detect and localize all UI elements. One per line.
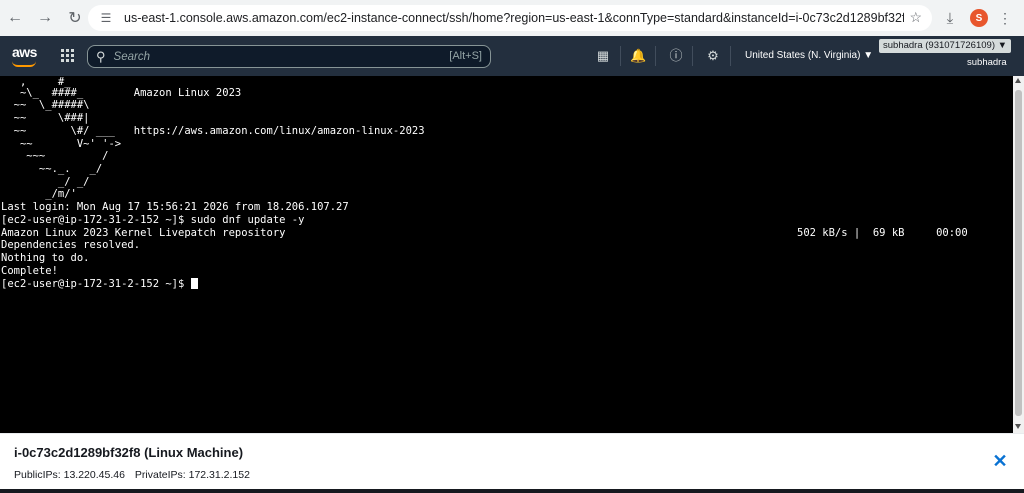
terminal-prompt-line[interactable]: [ec2-user@ip-172-31-2-152 ~]$ (1, 278, 198, 291)
scroll-up-arrow-icon[interactable] (1015, 78, 1021, 83)
header-divider (692, 46, 693, 66)
close-icon[interactable]: ✕ (990, 451, 1010, 471)
site-info-icon[interactable]: ☰ (98, 10, 114, 26)
terminal-line: ~~ \_#####\ (1, 99, 90, 111)
cloudshell-icon[interactable]: ▦ (595, 48, 611, 64)
terminal-scrollbar[interactable] (1013, 76, 1024, 433)
browser-toolbar: ← → ↻ ☰ us-east-1.console.aws.amazon.com… (0, 0, 1024, 36)
terminal-line: Complete! (1, 265, 58, 277)
instance-info-panel: i-0c73c2d1289bf32f8 (Linux Machine) Publ… (0, 433, 1024, 493)
address-bar[interactable]: ☰ us-east-1.console.aws.amazon.com/ec2-i… (88, 5, 932, 31)
search-placeholder: Search (113, 50, 150, 63)
back-icon[interactable]: ← (4, 7, 26, 29)
url-text[interactable]: us-east-1.console.aws.amazon.com/ec2-ins… (124, 11, 904, 25)
instance-title: i-0c73c2d1289bf32f8 (Linux Machine) (14, 445, 244, 460)
services-grid-icon[interactable] (61, 49, 74, 62)
search-shortcut: [Alt+S] (449, 50, 482, 62)
notifications-bell-icon[interactable]: 🔔 (630, 48, 646, 64)
terminal-line: ~~ \###| (1, 112, 90, 124)
header-divider (620, 46, 621, 66)
header-divider (730, 46, 731, 66)
search-input[interactable]: ⚲ Search [Alt+S] (87, 45, 491, 68)
profile-avatar[interactable]: S (970, 9, 988, 27)
search-icon: ⚲ (96, 48, 106, 64)
aws-console-header: aws ⚲ Search [Alt+S] ▦ 🔔 ⓘ ⚙ United Stat… (0, 36, 1024, 76)
terminal-line: _/m/' (1, 188, 77, 200)
terminal-prompt: [ec2-user@ip-172-31-2-152 ~]$ (1, 278, 191, 290)
terminal-line: [ec2-user@ip-172-31-2-152 ~]$ sudo dnf u… (1, 214, 305, 226)
bookmark-star-icon[interactable]: ☆ (909, 9, 922, 26)
public-ips: PublicIPs: 13.220.45.46 (14, 469, 125, 481)
instance-ips: PublicIPs: 13.220.45.46 PrivateIPs: 172.3… (14, 469, 250, 481)
download-stats: 502 kB/s | 69 kB 00:00 (797, 227, 968, 239)
header-divider (655, 46, 656, 66)
username-label[interactable]: subhadra (967, 57, 1007, 68)
terminal-line: Last login: Mon Aug 17 15:56:21 2026 fro… (1, 201, 349, 213)
settings-gear-icon[interactable]: ⚙ (705, 48, 721, 64)
account-menu[interactable]: subhadra (931071726109) ▼ (879, 39, 1012, 53)
terminal-line: ~~ \#/ ___ https://aws.amazon.com/linux/… (1, 125, 425, 137)
reload-icon[interactable]: ↻ (64, 7, 86, 29)
region-selector[interactable]: United States (N. Virginia) ▼ (745, 50, 873, 61)
bottom-edge (0, 489, 1024, 493)
help-icon[interactable]: ⓘ (668, 48, 684, 64)
browser-menu-icon[interactable]: ⋮ (998, 10, 1012, 27)
scroll-thumb[interactable] (1015, 90, 1022, 416)
terminal-line: Dependencies resolved. (1, 239, 141, 251)
aws-logo[interactable]: aws (12, 44, 37, 60)
forward-icon[interactable]: → (34, 7, 56, 29)
terminal-line: ~~._. _/ (1, 163, 103, 175)
terminal-line: Nothing to do. (1, 252, 90, 264)
private-ips: PrivateIPs: 172.31.2.152 (134, 469, 250, 481)
download-icon[interactable]: ⤓ (940, 10, 960, 27)
scroll-down-arrow-icon[interactable] (1015, 424, 1021, 429)
terminal-cursor (190, 278, 198, 289)
ssh-terminal[interactable]: , #_ ~\_ ####_ Amazon Linux 2023 ~~ \_##… (0, 76, 1013, 433)
aws-logo-smile (12, 61, 36, 67)
terminal-line: ~~~ / (1, 150, 109, 162)
